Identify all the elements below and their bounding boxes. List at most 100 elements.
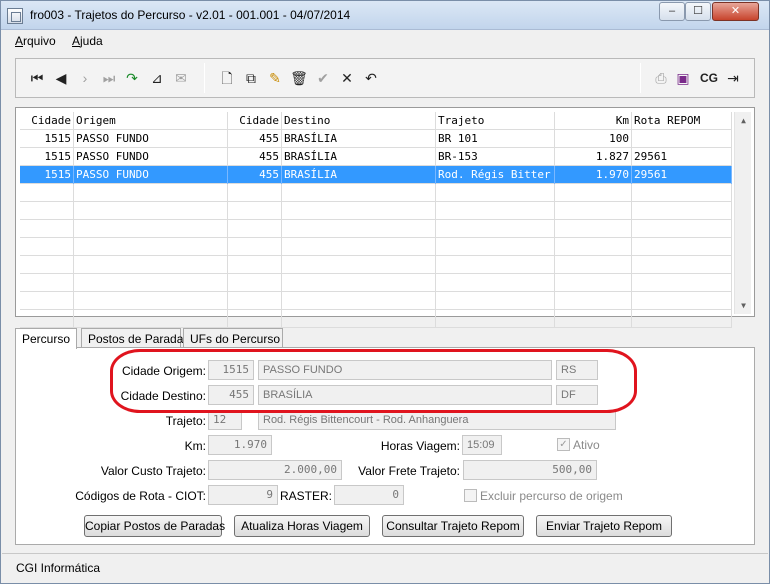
cell-destino[interactable] — [282, 256, 436, 274]
cell-origem[interactable] — [74, 220, 228, 238]
table-row[interactable] — [20, 292, 732, 310]
cell-cod-destino[interactable] — [228, 274, 282, 292]
cell-km[interactable] — [555, 292, 632, 310]
cell-trajeto[interactable] — [436, 292, 555, 310]
maximize-button[interactable]: ☐ — [685, 2, 711, 21]
cell-destino[interactable]: BRASÍLIA — [282, 148, 436, 166]
cell-rota[interactable]: 29561 — [632, 148, 732, 166]
cell-origem[interactable] — [74, 274, 228, 292]
tab-postos-de-parada[interactable]: Postos de Parada — [81, 328, 183, 348]
scroll-down-icon[interactable]: ▼ — [735, 297, 752, 314]
copy-icon[interactable]: ⧉ — [242, 69, 260, 87]
cell-cod-origem[interactable] — [20, 274, 74, 292]
delete-icon[interactable]: 🗑 — [290, 69, 308, 87]
cell-rota[interactable]: 29561 — [632, 166, 732, 184]
cell-destino[interactable] — [282, 310, 436, 328]
first-icon[interactable]: ⏮ — [28, 69, 46, 87]
ativo-checkbox[interactable]: ✓ — [557, 438, 570, 451]
cell-origem[interactable]: PASSO FUNDO — [74, 130, 228, 148]
table-row[interactable] — [20, 220, 732, 238]
tab-ufs-do-percurso[interactable]: UFs do Percurso — [183, 328, 283, 348]
exit-icon[interactable]: ⇥ — [724, 69, 742, 87]
cell-trajeto[interactable] — [436, 256, 555, 274]
cell-rota[interactable] — [632, 130, 732, 148]
copiar-postos-button[interactable]: Copiar Postos de Paradas — [84, 515, 225, 537]
table-row[interactable] — [20, 202, 732, 220]
cell-cod-destino[interactable] — [228, 310, 282, 328]
table-row[interactable]: 1515 PASSO FUNDO 455 BRASÍLIA Rod. Régis Bit… — [20, 166, 732, 184]
cell-origem[interactable] — [74, 256, 228, 274]
minimize-button[interactable]: ‒ — [659, 2, 685, 21]
cell-cod-destino[interactable] — [228, 292, 282, 310]
cell-cod-destino[interactable] — [228, 256, 282, 274]
cell-cod-origem[interactable]: 1515 — [20, 148, 74, 166]
cell-trajeto[interactable] — [436, 202, 555, 220]
cell-cod-destino[interactable] — [228, 184, 282, 202]
book-icon[interactable]: ▣ — [674, 69, 692, 87]
cell-trajeto[interactable] — [436, 184, 555, 202]
cell-km[interactable]: 100 — [555, 130, 632, 148]
cell-km[interactable] — [555, 202, 632, 220]
cell-destino[interactable] — [282, 202, 436, 220]
col-header-origem[interactable]: Origem — [74, 112, 228, 130]
cell-cod-destino[interactable]: 455 — [228, 166, 282, 184]
cell-trajeto[interactable] — [436, 238, 555, 256]
cell-origem[interactable]: PASSO FUNDO — [74, 148, 228, 166]
cell-cod-origem[interactable] — [20, 238, 74, 256]
cancel-icon[interactable]: ✕ — [338, 69, 356, 87]
trajetos-grid[interactable]: Cidade Origem Cidade Destino Trajeto Km … — [15, 107, 755, 328]
cell-cod-destino[interactable] — [228, 238, 282, 256]
cell-trajeto[interactable] — [436, 274, 555, 292]
table-row[interactable]: 1515 PASSO FUNDO 455 BRASÍLIA BR-153 1.827 295… — [20, 148, 732, 166]
refresh-icon[interactable]: ↷ — [123, 69, 141, 87]
cell-origem[interactable] — [74, 184, 228, 202]
cell-rota[interactable] — [632, 292, 732, 310]
cell-cod-destino[interactable] — [228, 220, 282, 238]
new-icon[interactable]: 🗋 — [218, 69, 236, 87]
prev-icon[interactable]: ◀ — [52, 69, 70, 87]
cell-origem[interactable] — [74, 238, 228, 256]
close-button[interactable]: ✕ — [712, 2, 759, 21]
cg-icon[interactable]: CG — [698, 69, 720, 87]
table-row[interactable]: 1515 PASSO FUNDO 455 BRASÍLIA BR 101 100 — [20, 130, 732, 148]
cell-destino[interactable] — [282, 220, 436, 238]
confirm-icon[interactable]: ✔ — [314, 69, 332, 87]
table-row[interactable] — [20, 184, 732, 202]
cell-km[interactable] — [555, 256, 632, 274]
cell-cod-destino[interactable] — [228, 202, 282, 220]
cell-rota[interactable] — [632, 202, 732, 220]
table-row[interactable] — [20, 256, 732, 274]
col-header-rota[interactable]: Rota REPOM — [632, 112, 732, 130]
table-row[interactable] — [20, 238, 732, 256]
cell-destino[interactable] — [282, 292, 436, 310]
cell-cod-destino[interactable]: 455 — [228, 130, 282, 148]
cell-km[interactable]: 1.827 — [555, 148, 632, 166]
cell-destino[interactable]: BRASÍLIA — [282, 166, 436, 184]
cell-trajeto[interactable]: BR-153 — [436, 148, 555, 166]
cell-origem[interactable]: PASSO FUNDO — [74, 166, 228, 184]
cell-destino[interactable] — [282, 184, 436, 202]
col-header-cod-origem[interactable]: Cidade — [20, 112, 74, 130]
cell-cod-origem[interactable] — [20, 292, 74, 310]
cell-origem[interactable] — [74, 202, 228, 220]
cell-cod-origem[interactable] — [20, 220, 74, 238]
cell-trajeto[interactable] — [436, 310, 555, 328]
filter-icon[interactable]: ⊿ — [148, 69, 166, 87]
col-header-cod-destino[interactable]: Cidade — [228, 112, 282, 130]
cell-cod-destino[interactable]: 455 — [228, 148, 282, 166]
table-row[interactable] — [20, 274, 732, 292]
print-icon[interactable]: ⎙ — [652, 69, 670, 87]
cell-rota[interactable] — [632, 238, 732, 256]
cell-km[interactable] — [555, 274, 632, 292]
cell-cod-origem[interactable]: 1515 — [20, 130, 74, 148]
cell-destino[interactable] — [282, 274, 436, 292]
menu-ajuda[interactable]: Ajuda — [72, 34, 103, 48]
atualiza-horas-button[interactable]: Atualiza Horas Viagem — [234, 515, 370, 537]
cell-trajeto[interactable]: Rod. Régis Bitter — [436, 166, 555, 184]
cell-cod-origem[interactable] — [20, 202, 74, 220]
cell-rota[interactable] — [632, 256, 732, 274]
undo-icon[interactable]: ↶ — [362, 69, 380, 87]
excluir-checkbox[interactable] — [464, 489, 477, 502]
consultar-trajeto-button[interactable]: Consultar Trajeto Repom — [382, 515, 524, 537]
cell-rota[interactable] — [632, 274, 732, 292]
